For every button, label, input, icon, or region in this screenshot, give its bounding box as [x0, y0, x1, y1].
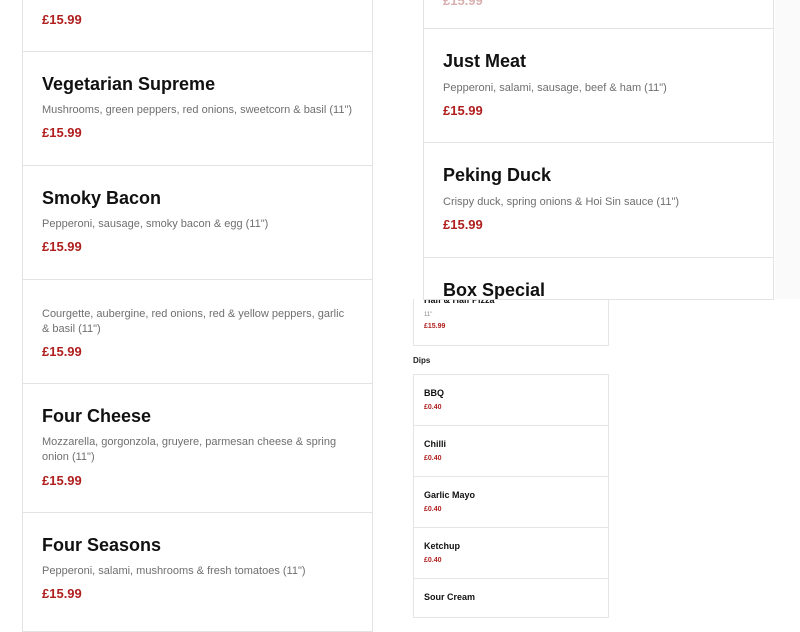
menu-card[interactable]: Smoky Bacon Pepperoni, sausage, smoky ba… — [22, 165, 373, 280]
dip-price: £0.40 — [424, 506, 442, 513]
dip-price: £0.40 — [424, 557, 442, 564]
menu-item-description: Courgette, aubergine, red onions, red & … — [42, 308, 345, 335]
menu-item-price: £15.99 — [443, 0, 483, 8]
menu-item-description: Crispy duck, spring onions & Hoi Sin sau… — [443, 196, 680, 208]
menu-item-name: Vegetarian Supreme — [42, 74, 216, 94]
dip-item[interactable]: Chilli £0.40 — [413, 425, 609, 477]
menu-item-description: Pepperoni, sausage, smoky bacon & egg (1… — [42, 218, 269, 230]
menu-card[interactable]: Box Special — [423, 257, 774, 300]
dip-item[interactable]: Ketchup £0.40 — [413, 527, 609, 579]
menu-item-price: £15.99 — [443, 217, 483, 232]
dip-item[interactable]: Garlic Mayo £0.40 — [413, 476, 609, 528]
dip-name: Garlic Mayo — [424, 490, 476, 500]
dip-price: £0.40 — [424, 404, 442, 411]
menu-card[interactable]: Four Cheese Mozzarella, gorgonzola, gruy… — [22, 383, 373, 513]
section-heading-dips: Dips — [413, 356, 431, 365]
menu-item-name: Four Seasons — [42, 535, 162, 555]
menu-item-description: 11" — [424, 312, 433, 318]
dip-name: Sour Cream — [424, 592, 476, 602]
dip-name: BBQ — [424, 388, 444, 398]
menu-item-price: £15.99 — [42, 473, 82, 488]
menu-item-price: £15.99 — [42, 344, 82, 359]
menu-card[interactable]: Peking Duck Crispy duck, spring onions &… — [423, 142, 774, 258]
menu-item-name: Four Cheese — [42, 406, 152, 426]
menu-item-price: £15.99 — [443, 103, 483, 118]
menu-item-price: £15.99 — [424, 323, 446, 330]
menu-card[interactable]: £15.99 — [22, 0, 373, 52]
menu-card[interactable]: Four Seasons Pepperoni, salami, mushroom… — [22, 512, 373, 632]
menu-item-price: £15.99 — [42, 125, 82, 140]
dip-item[interactable]: Sour Cream — [413, 578, 609, 618]
menu-item-price: £15.99 — [42, 586, 82, 601]
menu-item-price: £15.99 — [42, 239, 82, 254]
dip-price: £0.40 — [424, 455, 442, 462]
menu-card[interactable]: £15.99 — [423, 0, 774, 29]
dip-item[interactable]: BBQ £0.40 — [413, 374, 609, 426]
menu-card[interactable]: Vegetarian Supreme Mushrooms, green pepp… — [22, 51, 373, 166]
menu-item-name: Just Meat — [443, 51, 527, 71]
menu-item-description: Mozzarella, gorgonzola, gruyere, parmesa… — [42, 436, 337, 463]
menu-item-name: Peking Duck — [443, 165, 552, 185]
menu-item-description: Mushrooms, green peppers, red onions, sw… — [42, 104, 353, 116]
scroll-gutter — [775, 0, 800, 299]
menu-item-price: £15.99 — [42, 12, 82, 27]
menu-card[interactable]: Just Meat Pepperoni, salami, sausage, be… — [423, 28, 774, 143]
menu-item-description: Pepperoni, salami, sausage, beef & ham (… — [443, 82, 667, 94]
dip-name: Chilli — [424, 439, 446, 449]
menu-card[interactable]: Courgette, aubergine, red onions, red & … — [22, 279, 373, 384]
menu-item-description: Pepperoni, salami, mushrooms & fresh tom… — [42, 565, 306, 577]
dip-name: Ketchup — [424, 541, 460, 551]
menu-item-name: Smoky Bacon — [42, 188, 162, 208]
menu-item-name: Box Special — [443, 280, 546, 300]
